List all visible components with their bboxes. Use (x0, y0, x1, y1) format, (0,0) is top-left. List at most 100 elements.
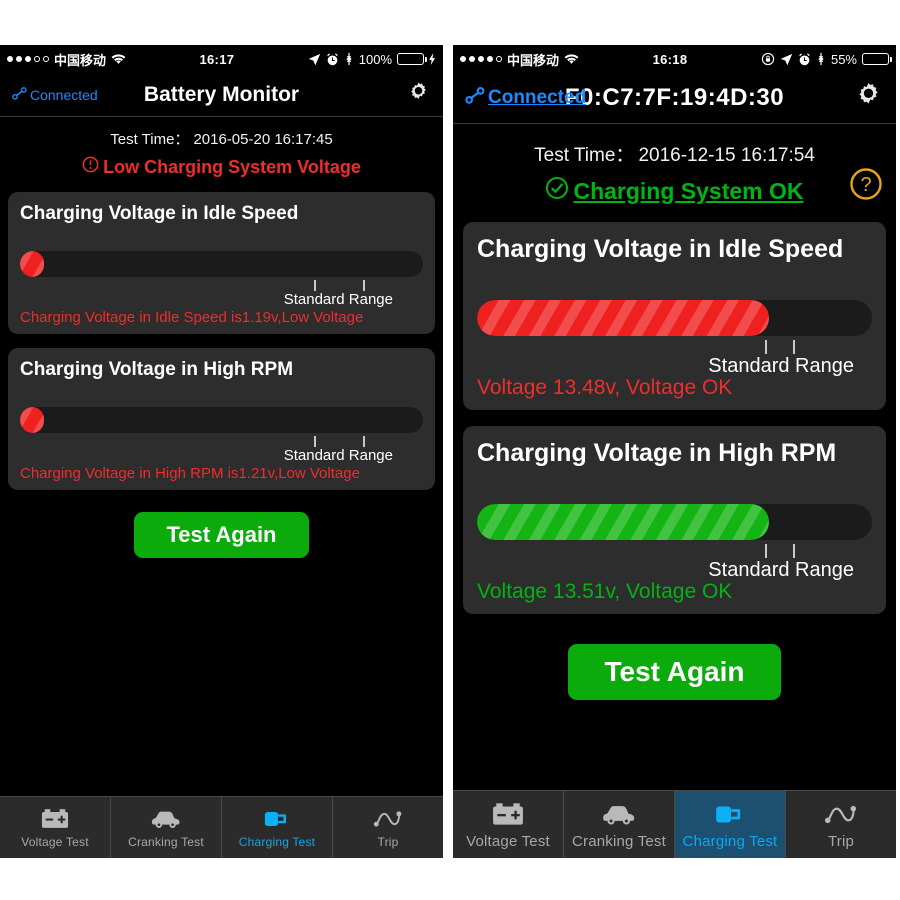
meter-fill (20, 407, 45, 433)
voltage-meter: 1.21v Standard Range (20, 407, 423, 469)
range-tick-end (362, 436, 365, 447)
voltage-meter: 13.48v Standard Range (477, 300, 872, 380)
test-time-label: Test Time： (110, 131, 190, 148)
test-time-label: Test Time： (534, 145, 635, 166)
metric-card-idle-speed: Charging Voltage in Idle Speed 13.48v St… (463, 222, 886, 410)
range-tick-start (314, 436, 317, 447)
standard-range-row: Standard Range (477, 336, 872, 380)
gear-icon[interactable] (406, 80, 431, 110)
meter-track (20, 407, 423, 433)
signal-strength-dots (7, 56, 49, 62)
test-again-row: Test Again (463, 644, 886, 700)
bluetooth-icon (344, 52, 354, 66)
meter-fill (20, 251, 45, 277)
card-title: Charging Voltage in Idle Speed (20, 203, 299, 224)
test-again-button[interactable]: Test Again (568, 644, 781, 700)
bluetooth-link-icon (465, 86, 485, 110)
carrier-label: 中国移动 (507, 52, 560, 68)
connection-status-label: Connected (488, 87, 587, 108)
carrier-label: 中国移动 (54, 52, 107, 68)
connection-status[interactable]: Connected (465, 86, 587, 110)
signal-strength-dots (460, 56, 502, 62)
alarm-clock-icon (326, 52, 339, 66)
range-tick-end (793, 544, 795, 558)
connection-status-label: Connected (30, 86, 98, 103)
test-time-value: 2016-12-15 16:17:54 (638, 145, 815, 166)
tab-label: Voltage Test (466, 832, 550, 850)
tab-cranking-test[interactable]: Cranking Test (111, 797, 222, 858)
plug-icon (714, 800, 746, 830)
connection-status[interactable]: Connected (12, 87, 98, 103)
card-title: Charging Voltage in High RPM (20, 359, 294, 380)
card-title: Charging Voltage in High RPM (477, 439, 837, 467)
tab-trip[interactable]: Trip (333, 797, 443, 858)
verdict-label: Charging System OK (573, 177, 804, 204)
status-bar-clock: 16:17 (199, 51, 235, 67)
tab-label: Trip (827, 832, 855, 850)
test-time-value: 2016-05-20 16:17:45 (193, 131, 333, 148)
battery-icon (862, 53, 892, 65)
meter-track (20, 251, 423, 277)
tab-label: Charging Test (238, 835, 316, 849)
range-tick-start (765, 340, 768, 354)
standard-range-row: Standard Range (20, 277, 423, 313)
trip-curve-icon (373, 806, 403, 832)
content-area-left: Test Time： 2016-05-20 16:17:45 Low Chargi… (0, 117, 443, 796)
tab-voltage-test[interactable]: Voltage Test (453, 791, 564, 858)
tab-trip[interactable]: Trip (786, 791, 896, 858)
tab-label: Voltage Test (21, 835, 89, 849)
tab-voltage-test[interactable]: Voltage Test (0, 797, 111, 858)
range-tick-start (314, 280, 317, 291)
help-question-icon[interactable]: ? (848, 166, 884, 202)
status-bar: 中国移动 16:17 100% (0, 45, 443, 73)
tab-label: Trip (377, 835, 399, 849)
phone-screen-left: 中国移动 16:17 100% Connected Battery Monito… (0, 45, 443, 858)
bluetooth-link-icon (12, 86, 27, 103)
status-bar: 中国移动 16:18 55% (453, 45, 896, 73)
phone-screen-right: 中国移动 16:18 55% Connected F0:C7:7F:19:4D:… (453, 45, 896, 858)
meter-fill (477, 300, 770, 336)
metric-card-idle-speed: Charging Voltage in Idle Speed 1.19v Sta… (8, 192, 435, 334)
standard-range-label: Standard Range (708, 355, 854, 377)
test-again-button[interactable]: Test Again (134, 512, 309, 558)
bluetooth-icon (816, 52, 826, 66)
range-tick-end (793, 340, 795, 354)
location-arrow-icon (308, 53, 321, 66)
wifi-icon (111, 53, 126, 65)
battery-percent-label: 55% (830, 51, 857, 67)
standard-range-label: Standard Range (283, 447, 393, 464)
voltage-meter: 13.51v Standard Range (477, 504, 872, 584)
verdict-label: Low Charging System Voltage (103, 156, 361, 177)
test-again-row: Test Again (8, 512, 435, 558)
metric-card-high-rpm: Charging Voltage in High RPM 1.21v Stand… (8, 348, 435, 490)
status-bar-clock: 16:18 (652, 51, 688, 67)
tab-charging-test[interactable]: Charging Test (675, 791, 786, 858)
check-circle-icon (545, 176, 569, 206)
wifi-icon (564, 53, 579, 65)
meter-track (477, 504, 872, 540)
battery-icon (397, 53, 427, 65)
rotation-lock-icon (761, 52, 775, 66)
tab-bar: Voltage Test Cranking Test Charging Test… (453, 790, 896, 858)
meter-track (477, 300, 872, 336)
alarm-clock-icon (798, 52, 811, 66)
range-tick-end (362, 280, 365, 291)
standard-range-row: Standard Range (477, 540, 872, 584)
tab-label: Cranking Test (571, 832, 667, 850)
tab-label: Cranking Test (128, 835, 204, 849)
standard-range-label: Standard Range (708, 559, 854, 581)
lightning-bolt-icon (429, 53, 436, 65)
range-tick-start (765, 544, 768, 558)
tab-cranking-test[interactable]: Cranking Test (564, 791, 675, 858)
screenshot-canvas: 中国移动 16:17 100% Connected Battery Monito… (0, 0, 900, 900)
standard-range-row: Standard Range (20, 433, 423, 469)
car-icon (601, 800, 637, 830)
card-title: Charging Voltage in Idle Speed (477, 235, 844, 263)
gear-icon[interactable] (853, 80, 884, 116)
warning-circle-icon (82, 156, 99, 178)
voltage-meter: 1.19v Standard Range (20, 251, 423, 313)
test-time: Test Time： 2016-05-20 16:17:45 (8, 128, 435, 149)
tab-label: Charging Test (682, 832, 778, 850)
car-icon (150, 806, 182, 832)
tab-charging-test[interactable]: Charging Test (222, 797, 333, 858)
